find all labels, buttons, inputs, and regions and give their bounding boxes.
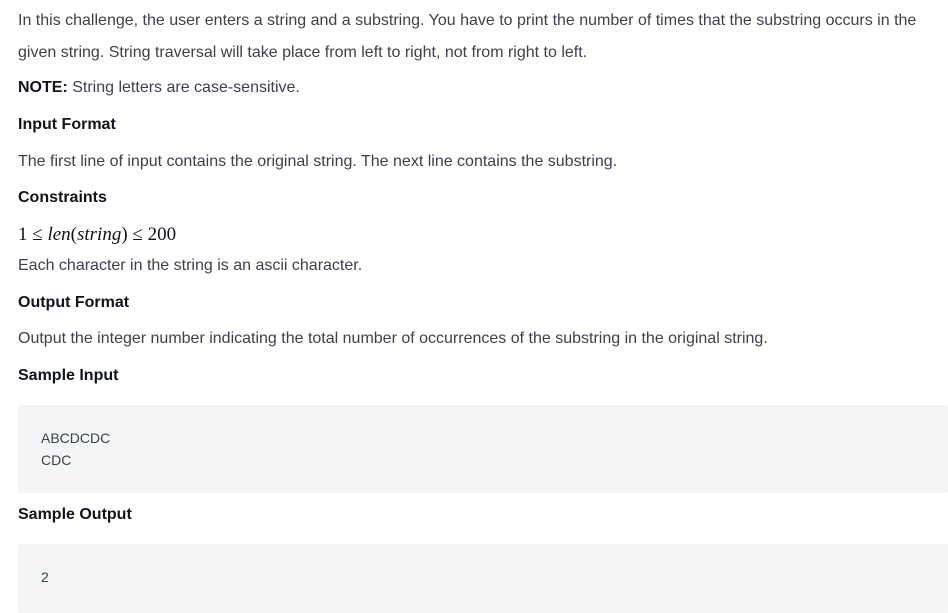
sample-output-line: 2 [41, 569, 49, 585]
output-format-heading: Output Format [18, 294, 130, 311]
sample-input-heading: Sample Input [18, 367, 119, 384]
note-paragraph: NOTE: String letters are case-sensitive. [18, 72, 300, 104]
input-format-heading: Input Format [18, 116, 116, 133]
input-format-text: The first line of input contains the ori… [18, 153, 618, 170]
output-format-text: Output the integer number indicating the… [18, 330, 768, 347]
note-label: NOTE: [18, 79, 68, 96]
formula-rhs: ≤ 200 [127, 224, 177, 245]
sample-output-heading: Sample Output [18, 506, 132, 523]
constraints-heading: Constraints [18, 189, 107, 206]
sample-input-line: CDC [41, 452, 72, 468]
formula-arg: string [76, 224, 122, 245]
formula-func: len [47, 224, 71, 245]
sample-input-code: ABCDCDC CDC [41, 427, 110, 471]
constraint-formula: 1 ≤ len(string) ≤ 200 [18, 223, 176, 247]
intro-paragraph: In this challenge, the user enters a str… [18, 12, 917, 61]
sample-output-block: 2 [18, 544, 948, 613]
sample-input-line: ABCDCDC [41, 430, 111, 446]
note-text: String letters are case-sensitive. [67, 79, 300, 96]
sample-output-code: 2 [41, 566, 49, 588]
constraints-text: Each character in the string is an ascii… [18, 257, 363, 274]
sample-input-block: ABCDCDC CDC [18, 405, 948, 493]
formula-lhs: 1 ≤ [18, 224, 48, 245]
